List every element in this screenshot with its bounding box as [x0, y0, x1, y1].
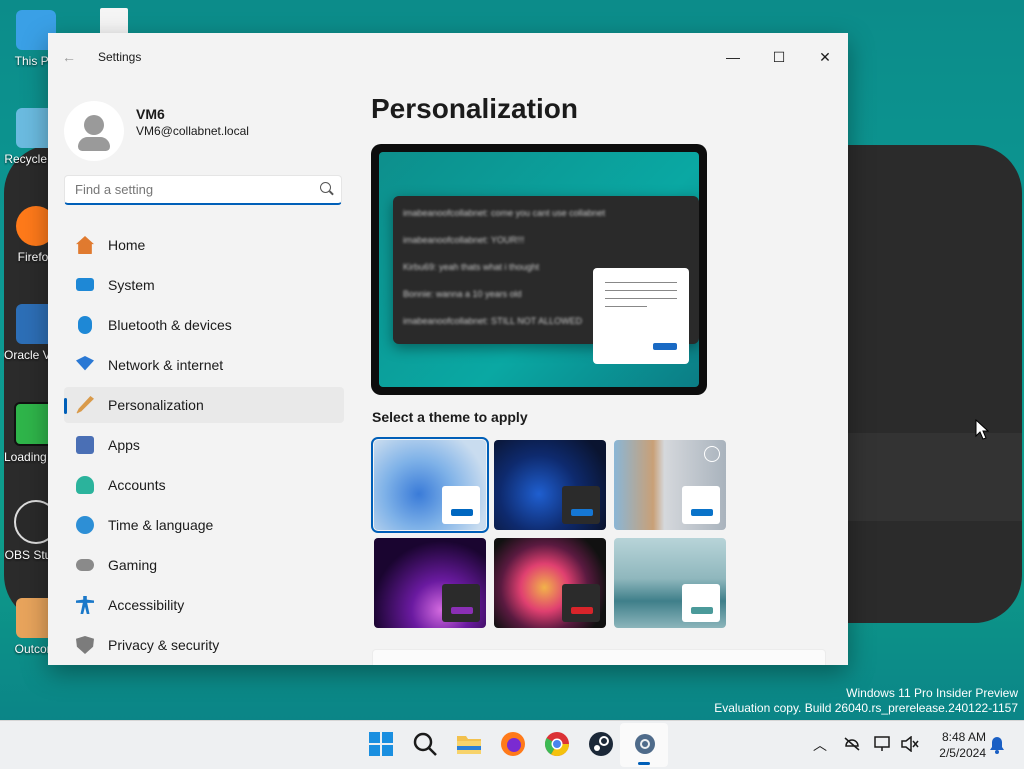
accounts-icon: [76, 476, 94, 494]
preview-dialog: [593, 268, 689, 364]
settings-card[interactable]: [372, 649, 826, 665]
sidebar-item-home[interactable]: Home: [64, 227, 344, 263]
sidebar-item-label: Bluetooth & devices: [108, 317, 232, 333]
sidebar-item-personalization[interactable]: Personalization: [64, 387, 344, 423]
theme-tile[interactable]: [371, 437, 489, 533]
theme-tile[interactable]: [494, 440, 606, 530]
volume-muted-icon[interactable]: [901, 736, 919, 752]
settings-icon[interactable]: [632, 731, 658, 757]
back-arrow-icon[interactable]: ←: [62, 49, 76, 65]
brush-icon: [76, 396, 94, 414]
sidebar-item-label: Privacy & security: [108, 637, 220, 653]
sidebar-item-privacy[interactable]: Privacy & security: [64, 627, 344, 663]
preview-text: Kirbu69: yeah thats what i thought: [403, 262, 540, 272]
theme-tile[interactable]: [374, 538, 486, 628]
title-bar[interactable]: ← Settings — ☐ ✕: [48, 33, 848, 81]
preview-text: imabeanoofcollabnet: STILL NOT ALLOWED: [403, 316, 583, 326]
close-button[interactable]: ✕: [802, 41, 848, 73]
gaming-icon: [76, 559, 94, 571]
theme-mini-window: [442, 486, 480, 524]
window-title: Settings: [98, 50, 142, 64]
search-input[interactable]: [73, 181, 307, 198]
sidebar-item-label: System: [108, 277, 155, 293]
spotlight-icon: [704, 446, 720, 462]
system-clock[interactable]: 8:48 AM 2/5/2024: [930, 729, 986, 761]
maximize-button[interactable]: ☐: [756, 41, 802, 73]
notification-bell-icon[interactable]: [989, 736, 1005, 754]
sidebar-item-label: Network & internet: [108, 357, 224, 373]
theme-mini-window: [682, 584, 720, 622]
sidebar-item-network[interactable]: Network & internet: [64, 347, 344, 383]
theme-section-label: Select a theme to apply: [372, 409, 528, 425]
globe-icon: [76, 516, 94, 534]
sidebar-item-time-language[interactable]: Time & language: [64, 507, 344, 543]
theme-mini-window: [442, 584, 480, 622]
theme-tile[interactable]: [614, 440, 726, 530]
profile-name: VM6: [136, 106, 165, 122]
steam-icon[interactable]: [588, 731, 614, 757]
theme-preview: imabeanoofcollabnet: come you cant use c…: [371, 144, 707, 395]
system-icon: [76, 278, 94, 291]
clock-date: 2/5/2024: [939, 746, 986, 760]
search-icon: [320, 182, 331, 193]
mouse-cursor-icon: [975, 419, 989, 440]
sidebar-item-label: Personalization: [108, 397, 204, 413]
shield-icon: [76, 636, 94, 654]
firefox-icon[interactable]: [500, 731, 526, 757]
preview-text: imabeanoofcollabnet: YOUR!!!: [403, 235, 525, 245]
start-icon[interactable]: [368, 731, 394, 757]
apps-icon: [76, 436, 94, 454]
windows-watermark: Windows 11 Pro Insider Preview Evaluatio…: [714, 686, 1018, 716]
theme-mini-window: [562, 584, 600, 622]
chrome-icon[interactable]: [544, 731, 570, 757]
theme-mini-window: [682, 486, 720, 524]
page-title: Personalization: [371, 93, 578, 124]
avatar[interactable]: [64, 101, 124, 161]
sidebar-item-gaming[interactable]: Gaming: [64, 547, 344, 583]
network-icon[interactable]: [874, 735, 892, 753]
accessibility-icon: [76, 596, 94, 614]
minimize-button[interactable]: —: [710, 41, 756, 73]
preview-text: imabeanoofcollabnet: come you cant use c…: [403, 208, 606, 218]
clock-time: 8:48 AM: [941, 730, 986, 744]
file-explorer-icon[interactable]: [456, 731, 482, 757]
sidebar-item-label: Home: [108, 237, 146, 253]
sidebar-item-system[interactable]: System: [64, 267, 344, 303]
settings-window: ← Settings — ☐ ✕ VM6 VM6@collabnet.local…: [48, 33, 848, 665]
theme-tile[interactable]: [614, 538, 726, 628]
profile-email: VM6@collabnet.local: [136, 124, 249, 138]
theme-mini-window: [562, 486, 600, 524]
sidebar-item-label: Gaming: [108, 557, 158, 573]
sidebar-item-accessibility[interactable]: Accessibility: [64, 587, 344, 623]
theme-tile[interactable]: [494, 538, 606, 628]
preview-text: Bonnie: wanna a 10 years old: [403, 289, 522, 299]
network-disconnected-icon[interactable]: [843, 736, 861, 752]
sidebar-item-accounts[interactable]: Accounts: [64, 467, 344, 503]
watermark-line: Evaluation copy. Build 26040.rs_prerelea…: [714, 701, 1018, 715]
search-box[interactable]: [64, 175, 342, 205]
chevron-up-icon[interactable]: ︿: [813, 735, 827, 755]
wifi-icon: [76, 356, 94, 371]
search-icon[interactable]: [412, 731, 438, 757]
sidebar-item-label: Time & language: [108, 517, 214, 533]
sidebar-item-label: Accounts: [108, 477, 166, 493]
watermark-line: Windows 11 Pro Insider Preview: [846, 686, 1018, 700]
sidebar-item-apps[interactable]: Apps: [64, 427, 344, 463]
taskbar: ︿ 8:48 AM 2/5/2024: [0, 720, 1024, 769]
sidebar-nav: Home System Bluetooth & devices Network …: [64, 227, 344, 665]
selection-indicator: [64, 398, 67, 414]
sidebar-item-label: Accessibility: [108, 597, 185, 613]
sidebar-item-bluetooth[interactable]: Bluetooth & devices: [64, 307, 344, 343]
bluetooth-icon: [78, 316, 92, 334]
home-icon: [76, 236, 94, 254]
sidebar-item-label: Apps: [108, 437, 140, 453]
